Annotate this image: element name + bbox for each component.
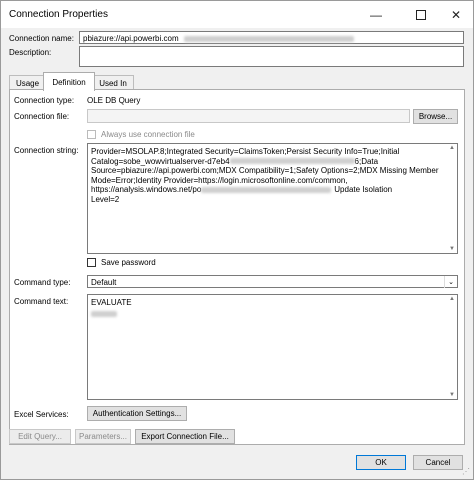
ok-button[interactable]: OK [356,455,406,470]
command-type-value: Default [91,278,117,287]
excel-services-label: Excel Services: [14,410,69,419]
connection-name-field[interactable]: pbiazure://api.powerbi.com [79,31,464,44]
resize-grip-icon[interactable]: ⋰ [462,467,470,476]
scroll-up-icon[interactable]: ▲ [448,145,456,151]
connection-name-label: Connection name: [9,34,74,43]
connection-string-line-2a: Catalog=sobe_wowvirtualserver-d7eb4 [91,156,230,166]
tab-usage[interactable]: Usage [9,75,46,90]
connection-string-line-4: Mode=Error;Identity Provider=https://log… [91,175,348,185]
save-password-checkbox[interactable] [87,258,96,267]
title-bar: Connection Properties — ✕ [1,1,473,28]
connection-string-line-5a: https://analysis.windows.net/po [91,185,202,195]
edit-query-label: Edit Query... [18,432,62,441]
maximize-icon [416,9,426,20]
connection-file-label: Connection file: [14,112,70,121]
definition-panel: Connection type: OLE DB Query Connection… [9,89,465,445]
command-type-label: Command type: [14,278,71,287]
connection-file-field[interactable] [87,109,410,123]
connection-string-line-2: Catalog=sobe_wowvirtualserver-d7eb4 6;Dat… [91,157,455,167]
cancel-label: Cancel [425,458,451,467]
connection-type-label: Connection type: [14,96,75,105]
parameters-button[interactable]: Parameters... [75,429,131,444]
always-use-connection-file-label: Always use connection file [101,130,195,139]
description-label: Description: [9,48,52,57]
minimize-button[interactable]: — [356,1,396,28]
close-icon: ✕ [450,7,462,22]
always-use-connection-file-checkbox[interactable] [87,130,96,139]
connection-string-textarea[interactable]: Provider=MSOLAP.8;Integrated Security=Cl… [87,143,458,254]
maximize-button[interactable] [401,1,441,28]
authentication-settings-button[interactable]: Authentication Settings... [87,406,187,421]
authentication-settings-label: Authentication Settings... [92,409,182,418]
minimize-icon: — [370,7,382,22]
edit-query-button[interactable]: Edit Query... [9,429,71,444]
connection-type-value: OLE DB Query [87,96,141,105]
tab-definition-label: Definition [52,77,86,87]
command-text-textarea[interactable]: EVALUATE ▲ ▼ [87,294,458,400]
connection-string-text: Provider=MSOLAP.8;Integrated Security=Cl… [91,147,455,205]
connection-string-line-3: Source=pbiazure://api.powerbi.com;MDX Co… [91,166,439,176]
connection-string-line-5: https://analysis.windows.net/po Update Is… [91,185,455,195]
parameters-label: Parameters... [78,432,127,441]
command-text-value: EVALUATE [91,298,132,307]
description-field[interactable] [79,46,464,67]
browse-button-label: Browse... [418,112,453,121]
connection-string-line-5b: Update Isolation [334,185,393,195]
save-password-label: Save password [101,258,156,267]
ok-label: OK [375,458,387,467]
command-text-label: Command text: [14,297,69,306]
export-connection-file-button[interactable]: Export Connection File... [135,429,235,444]
browse-button[interactable]: Browse... [413,109,458,124]
tab-usage-label: Usage [15,78,40,88]
connection-name-value: pbiazure://api.powerbi.com [83,34,179,43]
connection-string-line-2b: 6;Data [354,156,379,166]
scroll-up-icon[interactable]: ▲ [448,296,456,302]
tab-definition[interactable]: Definition [43,72,95,91]
scroll-down-icon[interactable]: ▼ [448,392,456,398]
connection-properties-dialog: Connection Properties — ✕ Connection nam… [0,0,474,480]
tab-used-in-label: Used In [99,78,127,88]
connection-string-label: Connection string: [14,146,79,155]
tab-used-in[interactable]: Used In [92,75,134,90]
connection-string-line-6: Level=2 [91,194,120,204]
close-button[interactable]: ✕ [436,1,474,28]
scroll-down-icon[interactable]: ▼ [448,246,456,252]
command-type-select[interactable]: Default ⌄ [87,275,458,288]
cancel-button[interactable]: Cancel [413,455,463,470]
window-title: Connection Properties [9,9,108,20]
connection-string-line-1: Provider=MSOLAP.8;Integrated Security=Cl… [91,147,400,156]
chevron-down-icon[interactable]: ⌄ [444,276,457,288]
export-connection-file-label: Export Connection File... [141,432,229,441]
